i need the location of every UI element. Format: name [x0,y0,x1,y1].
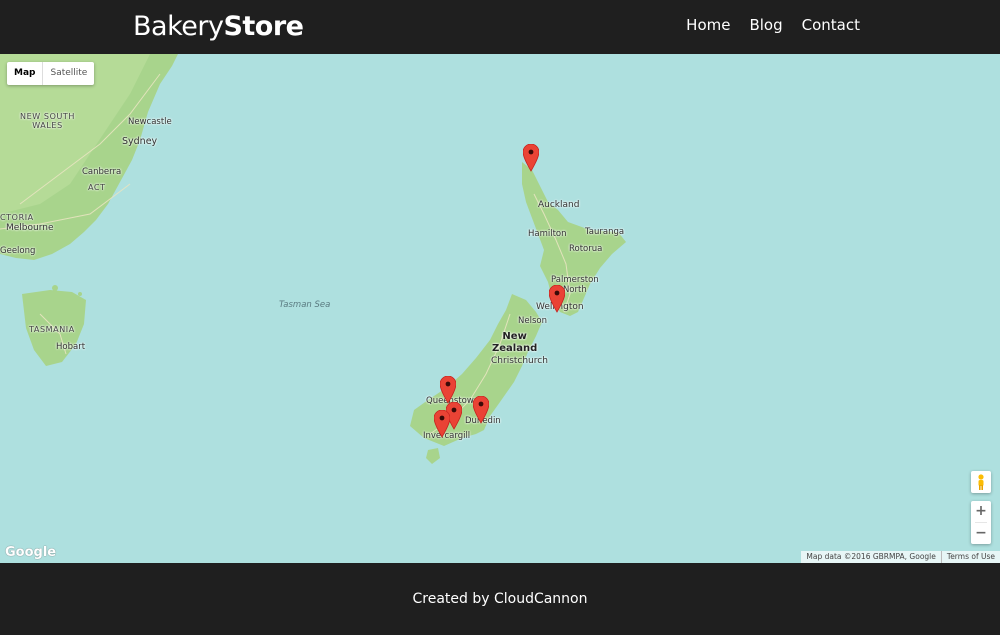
main-nav: Home Blog Contact [686,16,860,34]
site-logo[interactable]: BakeryStore [133,11,304,42]
store-marker-pin[interactable] [549,285,565,313]
label-christchurch: Christchurch [491,356,548,366]
label-hobart: Hobart [56,342,86,352]
store-marker-pin[interactable] [523,144,539,172]
label-melbourne: Melbourne [6,223,54,233]
terms-of-use-link[interactable]: Terms of Use [940,551,1000,563]
label-auckland: Auckland [538,200,580,210]
nav-contact-link[interactable]: Contact [802,16,860,34]
label-nelson: Nelson [518,316,547,326]
label-new-zealand: New Zealand [492,331,538,354]
label-hamilton: Hamilton [528,229,567,239]
label-tasmania: TASMANIA [29,325,75,334]
zoom-out-button[interactable]: − [971,523,991,544]
google-logo[interactable]: Google [5,545,56,560]
label-rotorua: Rotorua [569,244,603,254]
zoom-control: + − [971,501,991,544]
site-header: BakeryStore Home Blog Contact [0,0,1000,54]
store-map[interactable]: Map Satellite NEW SOUTH WALES Newcastle … [0,54,1000,563]
zoom-in-button[interactable]: + [971,501,991,522]
street-view-pegman-icon[interactable] [971,471,991,493]
map-type-satellite-button[interactable]: Satellite [43,62,94,85]
label-sydney: Sydney [122,136,158,147]
label-geelong: Geelong [0,246,36,256]
label-tauranga: Tauranga [585,227,625,237]
nav-blog-link[interactable]: Blog [749,16,782,34]
logo-light-text: Bakery [133,11,224,42]
footer-credit: Created by CloudCannon [412,591,588,607]
label-act: ACT [88,183,106,192]
map-type-control: Map Satellite [7,62,95,85]
map-data-credit: Map data ©2016 GBRMPA, Google [806,552,936,561]
nav-home-link[interactable]: Home [686,16,730,34]
label-newcastle: Newcastle [128,117,172,127]
map-landmass [0,54,626,464]
store-marker-pin[interactable] [440,376,456,404]
site-footer: Created by CloudCannon [0,563,1000,625]
label-tasman-sea: Tasman Sea [279,300,331,310]
map-attribution: Map data ©2016 GBRMPA, Google Terms of U… [801,551,1000,563]
map-type-map-button[interactable]: Map [7,62,44,85]
label-new-south-wales: NEW SOUTH WALES [20,112,76,130]
label-canberra: Canberra [82,167,122,177]
label-victoria: CTORIA [0,213,34,222]
store-marker-pin[interactable] [434,410,450,438]
store-marker-pin[interactable] [473,396,489,424]
logo-bold-text: Store [223,11,304,42]
